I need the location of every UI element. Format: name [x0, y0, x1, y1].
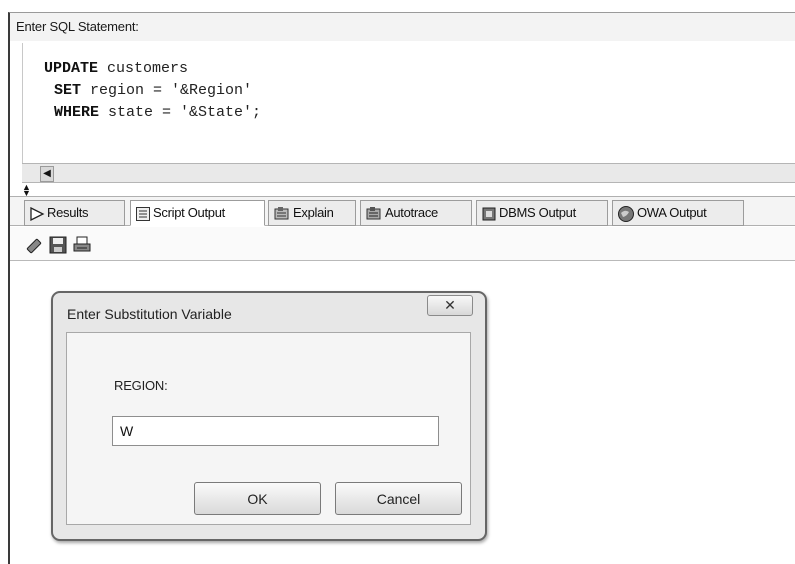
- tab-autotrace[interactable]: Autotrace: [360, 200, 472, 226]
- sql-statement-header: Enter SQL Statement:: [10, 13, 795, 41]
- output-toolbar: [10, 227, 795, 261]
- autotrace-icon: [366, 206, 381, 220]
- close-icon[interactable]: ✕: [427, 295, 473, 316]
- sql-keyword: WHERE: [54, 104, 100, 121]
- save-disk-icon[interactable]: [48, 235, 68, 255]
- pane-splitter[interactable]: ▲ ▼: [22, 183, 52, 198]
- dialog-title: Enter Substitution Variable: [67, 306, 232, 322]
- tab-label: Explain: [293, 205, 334, 220]
- tab-label: Script Output: [153, 205, 225, 220]
- tab-results[interactable]: Results: [24, 200, 125, 226]
- sql-keyword: UPDATE: [44, 60, 99, 77]
- horizontal-scrollbar[interactable]: ◀: [22, 163, 795, 183]
- sql-editor[interactable]: UPDATE customers SET region = '&Region' …: [22, 43, 795, 165]
- sql-text: state = '&State';: [99, 104, 262, 121]
- tab-script-output[interactable]: Script Output: [130, 200, 265, 226]
- sql-text: region = '&Region': [81, 82, 253, 99]
- tab-label: DBMS Output: [499, 205, 576, 220]
- owa-globe-icon: [618, 205, 634, 222]
- tab-label: Results: [47, 205, 89, 220]
- eraser-icon[interactable]: [24, 235, 44, 255]
- region-field-label: REGION:: [114, 378, 168, 393]
- ok-button[interactable]: OK: [194, 482, 321, 515]
- play-arrow-icon: [30, 206, 45, 221]
- sql-text: customers: [98, 60, 189, 77]
- explain-plan-icon: [274, 206, 289, 220]
- code-line: WHERE state = '&State';: [54, 104, 261, 121]
- tab-owa-output[interactable]: OWA Output: [612, 200, 744, 226]
- print-icon[interactable]: [72, 235, 92, 255]
- substitution-variable-dialog: Enter Substitution Variable ✕ REGION: OK…: [51, 291, 487, 541]
- sql-keyword: SET: [54, 82, 82, 99]
- dialog-body: REGION: OK Cancel: [66, 332, 471, 525]
- code-line: SET region = '&Region': [54, 82, 252, 99]
- tab-dbms-output[interactable]: DBMS Output: [476, 200, 608, 226]
- script-icon: [136, 206, 150, 221]
- scroll-left-arrow-icon[interactable]: ◀: [40, 166, 54, 182]
- cancel-button[interactable]: Cancel: [335, 482, 462, 515]
- tab-label: OWA Output: [637, 205, 707, 220]
- tab-explain[interactable]: Explain: [268, 200, 356, 226]
- code-line: UPDATE customers: [44, 60, 188, 77]
- region-input[interactable]: [112, 416, 439, 446]
- tab-label: Autotrace: [385, 205, 438, 220]
- output-tab-bar: Results Script Output Explain Autotrace …: [10, 196, 795, 226]
- dbms-output-icon: [482, 207, 496, 221]
